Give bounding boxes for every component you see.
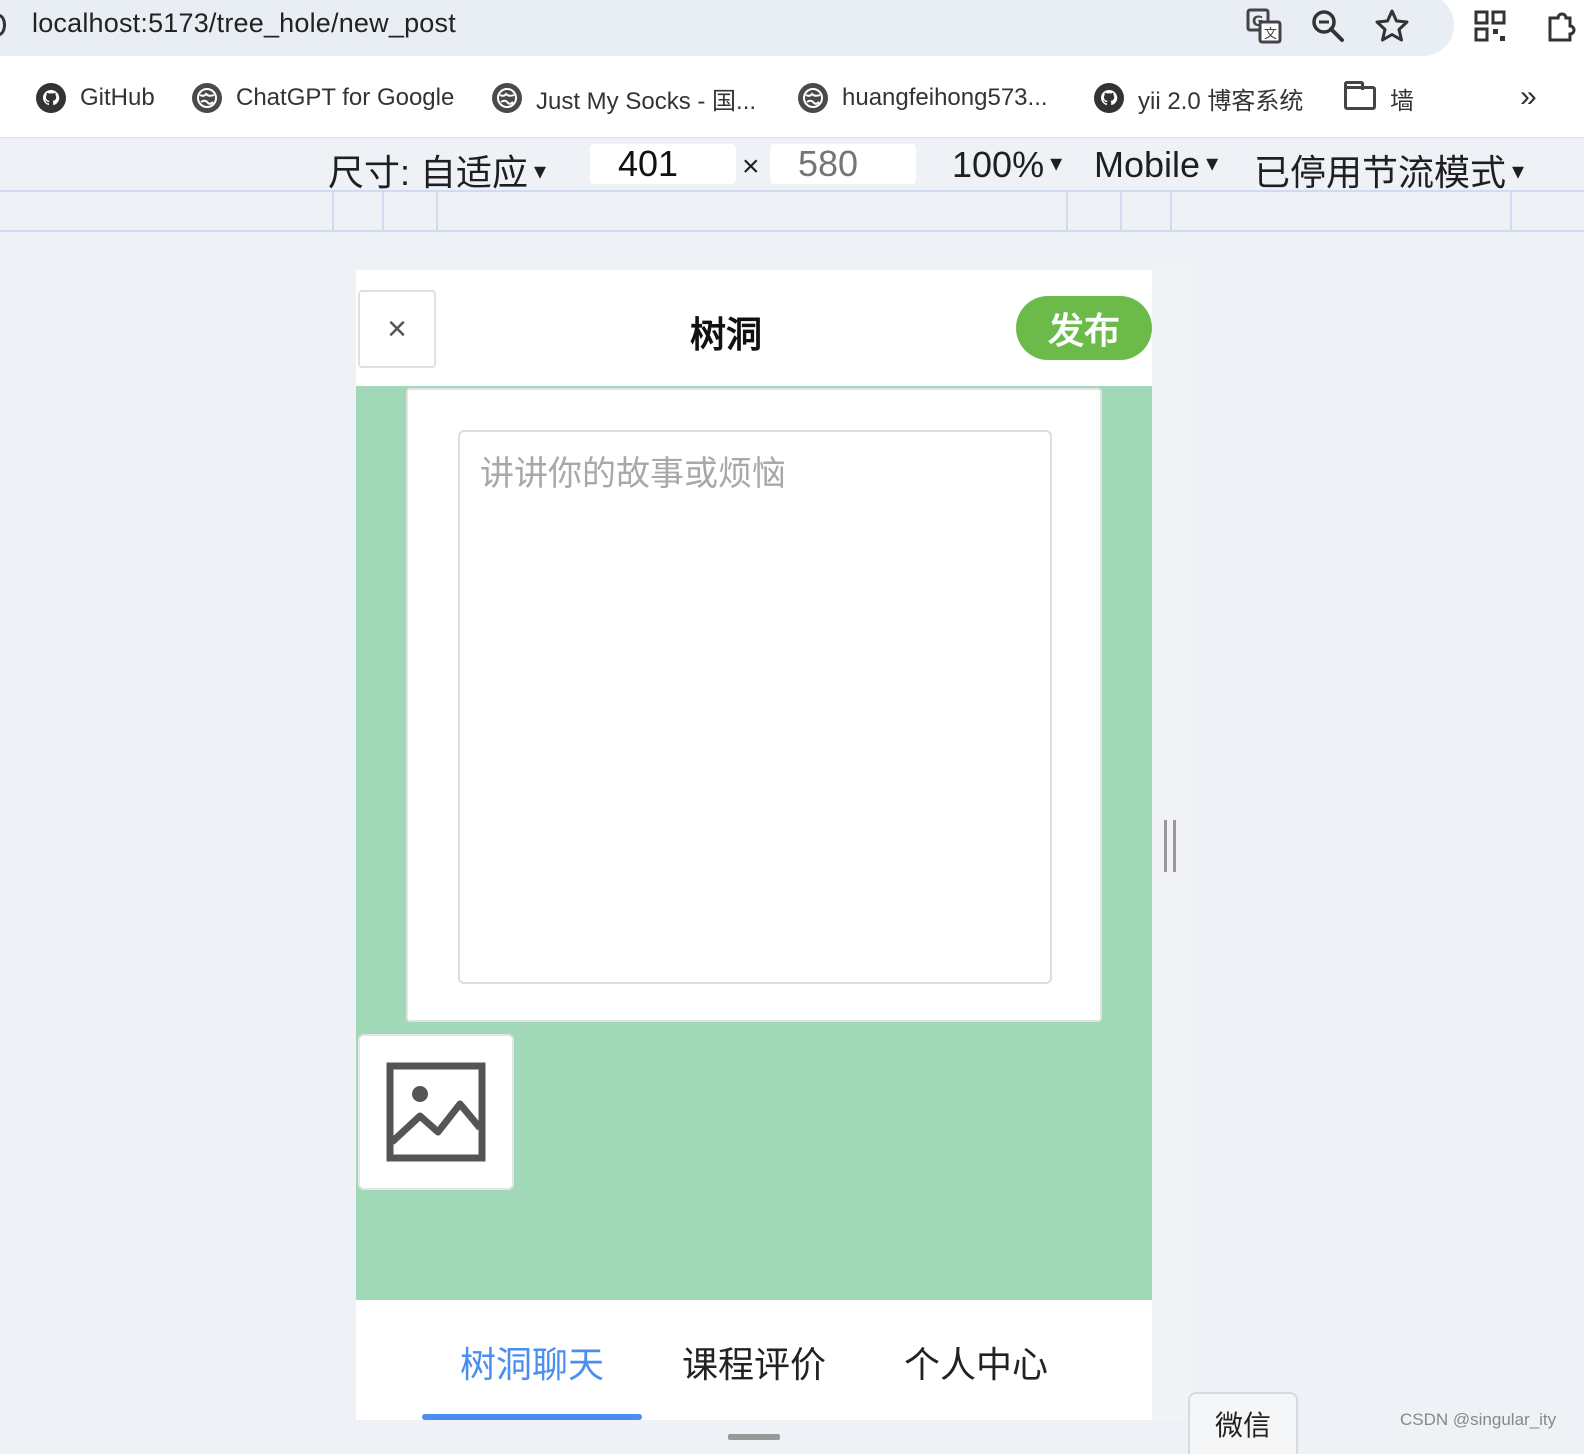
image-upload-button[interactable] [358, 1034, 514, 1190]
bookmark-github[interactable]: GitHub [36, 80, 155, 116]
bookmark-star-icon[interactable] [1372, 6, 1412, 46]
ruler-tick [1120, 192, 1122, 230]
more-bookmarks-icon[interactable]: » [1520, 80, 1537, 114]
github-icon [36, 83, 66, 113]
image-icon [386, 1062, 486, 1162]
times-sign: × [742, 150, 760, 183]
active-tab-indicator [422, 1414, 642, 1420]
bookmark-yii-blog[interactable]: yii 2.0 博客系统 [1094, 80, 1303, 116]
zoom-label: 100% [952, 144, 1045, 185]
extensions-icon[interactable] [1540, 6, 1580, 46]
editor-card [406, 388, 1102, 1022]
tab-personal-center[interactable]: 个人中心 [904, 1336, 1048, 1388]
github-icon [1094, 83, 1124, 113]
bottom-tab-bar: 树洞聊天 课程评价 个人中心 [356, 1300, 1152, 1420]
bookmark-label: huangfeihong573... [842, 84, 1048, 111]
story-textarea[interactable] [458, 430, 1052, 984]
watermark: CSDN @singular_ity [1400, 1410, 1557, 1429]
dimensions-label: 尺寸: 自适应 [328, 152, 529, 193]
device-type-select[interactable]: Mobile [1094, 144, 1218, 186]
throttling-select[interactable]: 已停用节流模式 [1254, 144, 1524, 196]
width-input[interactable] [590, 144, 736, 184]
dimensions-select[interactable]: 尺寸: 自适应 [328, 144, 546, 196]
bookmark-label: 墙 [1390, 87, 1414, 115]
url-text[interactable]: localhost:5173/tree_hole/new_post [32, 8, 456, 39]
zoom-select[interactable]: 100% [952, 144, 1062, 186]
svg-text:文: 文 [1264, 27, 1277, 42]
bookmarks-bar: GitHub ChatGPT for Google Just My Socks … [0, 58, 1584, 138]
bookmark-label: ChatGPT for Google [236, 84, 455, 111]
globe-icon [798, 83, 828, 113]
zoom-icon[interactable] [1308, 6, 1348, 46]
device-toolbar: 尺寸: 自适应 × 100% Mobile 已停用节流模式 [0, 138, 1584, 193]
tab-tree-hole-chat[interactable]: 树洞聊天 [460, 1336, 604, 1388]
bookmark-just-my-socks[interactable]: Just My Socks - 国... [492, 80, 756, 116]
viewport-resize-handle[interactable] [1164, 820, 1176, 872]
bookmark-label: yii 2.0 博客系统 [1138, 87, 1304, 115]
tab-course-review[interactable]: 课程评价 [682, 1336, 826, 1388]
bookmark-chatgpt-for-google[interactable]: ChatGPT for Google [192, 80, 454, 116]
wechat-taskbar-item[interactable]: 微信 [1188, 1392, 1298, 1454]
app-header: × 树洞 发布 [356, 270, 1152, 386]
folder-icon [1344, 81, 1376, 110]
publish-button[interactable]: 发布 [1016, 296, 1152, 360]
bookmark-label: Just My Socks - 国... [536, 87, 757, 115]
globe-icon [192, 83, 222, 113]
translate-icon[interactable]: G 文 [1244, 6, 1284, 46]
bookmark-folder-wall[interactable]: 墙 [1344, 80, 1414, 116]
qr-code-icon[interactable] [1470, 6, 1510, 46]
ruler-tick [1510, 192, 1512, 230]
device-type-label: Mobile [1094, 144, 1201, 185]
mobile-viewport: × 树洞 发布 树洞聊天 课程评价 个人中心 [356, 270, 1152, 1420]
ruler-tick [436, 192, 438, 230]
globe-icon [492, 83, 522, 113]
height-input[interactable] [770, 144, 916, 184]
page-title: 树洞 [689, 314, 762, 355]
ruler-tick [382, 192, 384, 230]
address-bar: localhost:5173/tree_hole/new_post G 文 [0, 0, 1584, 58]
bookmark-huangfeihong[interactable]: huangfeihong573... [798, 80, 1048, 116]
ruler-tick [332, 192, 334, 230]
ruler-tick [1170, 192, 1172, 230]
bookmark-label: GitHub [80, 84, 155, 111]
throttling-label: 已停用节流模式 [1254, 152, 1507, 193]
viewport-bottom-resize-handle[interactable] [728, 1434, 780, 1440]
media-query-ruler[interactable] [0, 192, 1584, 232]
ruler-tick [1066, 192, 1068, 230]
